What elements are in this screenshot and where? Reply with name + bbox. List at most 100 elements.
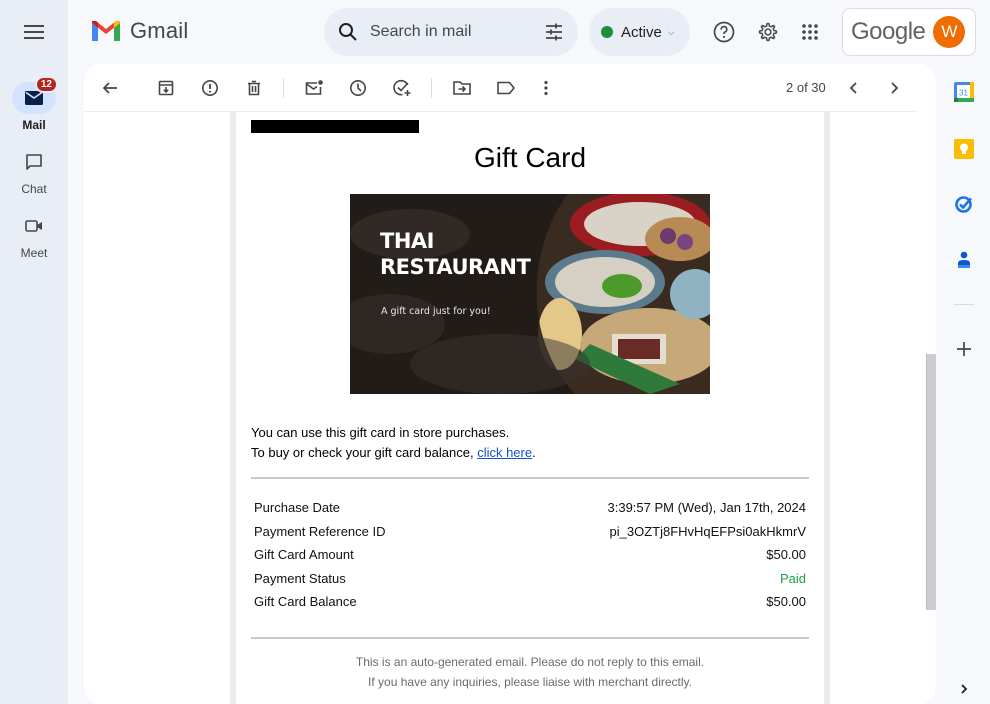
help-button[interactable] [712,20,736,44]
status-label: Active [621,23,662,41]
chevron-left-icon [849,82,857,94]
status-dropdown[interactable]: Active ⌵ [589,8,690,56]
usage-note: You can use this gift card in store purc… [251,425,510,440]
label-icon [497,81,515,95]
archive-icon [158,80,174,96]
more-options-button[interactable] [534,76,558,100]
app-name: Gmail [130,18,189,43]
hamburger-menu-icon[interactable] [22,22,46,42]
labels-button[interactable] [494,76,518,100]
add-task-icon [393,79,411,96]
delete-button[interactable] [242,76,266,100]
pagination-count: 2 of 30 [786,80,826,95]
archive-button[interactable] [154,76,178,100]
rail-label-mail: Mail [22,118,46,132]
move-to-folder-icon [453,81,471,95]
tasks-check-icon [955,196,972,213]
footer-note: If you have any inquiries, please liaise… [368,675,692,689]
chevron-down-icon: ⌵ [667,26,675,37]
gmail-logo[interactable]: Gmail [90,18,188,44]
gift-card-tagline: A gift card just for you! [381,306,491,317]
gmail-m-icon [92,21,120,41]
detail-value: $50.00 [766,594,806,609]
keep-lightbulb-icon [954,139,974,159]
rail-label-chat: Chat [21,182,47,196]
table-row: Gift Card Balance $50.00 [254,594,806,618]
tasks-app-button[interactable] [952,192,976,216]
plus-icon [957,342,971,356]
search-bar[interactable]: Search in mail [324,8,578,56]
detail-value: 3:39:57 PM (Wed), Jan 17th, 2024 [607,500,807,515]
rail-item-meet[interactable]: Meet [0,210,68,260]
settings-button[interactable] [756,20,780,44]
divider [251,637,809,639]
rail-item-mail[interactable]: 12 Mail [0,76,68,132]
payment-status-value: Paid [779,570,806,586]
scrollbar-thumb[interactable] [926,354,936,610]
gift-card-heading-line1: THAI [380,229,434,253]
calendar-app-button[interactable]: 31 [952,80,976,104]
navigation-rail: 12 Mail Chat Meet [0,0,68,704]
back-button[interactable] [98,76,122,100]
message-view: 2 of 30 Gift Card THAI RESTAURANT A gift… [84,64,936,704]
search-input[interactable]: Search in mail [370,23,544,41]
unread-count-badge: 12 [34,76,58,93]
gift-card-image: THAI RESTAURANT A gift card just for you… [350,194,710,394]
toolbar-divider [431,78,432,98]
food-photo [350,194,710,394]
older-message-button[interactable] [882,76,906,100]
gear-icon [758,22,778,42]
account-switcher[interactable]: Google W [842,8,976,56]
chevron-right-icon [961,684,968,694]
balance-note: To buy or check your gift card balance, … [251,445,536,460]
toolbar-divider [283,78,284,98]
purchase-details-table: Purchase Date 3:39:57 PM (Wed), Jan 17th,… [254,500,806,618]
contacts-app-button[interactable] [952,248,976,272]
keep-app-button[interactable] [952,137,976,161]
footer-note: This is an auto-generated email. Please … [355,655,705,669]
add-to-tasks-button[interactable] [390,76,414,100]
report-spam-icon [202,80,218,96]
video-camera-icon [25,220,42,232]
message-toolbar: 2 of 30 [84,64,918,112]
clock-icon [350,80,366,96]
detail-value: pi_3OZTj8FHvHqEFPsi0akHkmrV [609,523,807,539]
detail-label: Gift Card Amount [254,547,354,562]
table-row: Purchase Date 3:39:57 PM (Wed), Jan 17th,… [254,500,806,524]
report-spam-button[interactable] [198,76,222,100]
get-add-ons-button[interactable] [952,337,976,361]
chat-bubble-icon [26,154,42,170]
status-indicator-icon [601,26,613,38]
detail-value: $50.00 [766,547,806,562]
google-apps-button[interactable] [798,20,822,44]
search-icon[interactable] [338,22,358,42]
detail-label: Payment Reference ID [254,523,386,539]
arrow-back-icon [102,82,117,94]
move-to-button[interactable] [450,76,474,100]
contacts-person-icon [958,251,970,268]
email-body: Gift Card THAI RESTAURANT A gift card ju… [230,112,830,704]
detail-label: Gift Card Balance [254,594,357,609]
table-row: Payment Status Paid [254,571,806,595]
table-row: Gift Card Amount $50.00 [254,547,806,571]
avatar[interactable]: W [933,16,966,48]
mark-unread-button[interactable] [302,76,326,100]
snooze-button[interactable] [346,76,370,100]
mark-unread-icon [305,80,323,95]
calendar-icon: 31 [954,82,974,102]
more-vertical-icon [544,80,548,96]
newer-message-button[interactable] [842,76,866,100]
rail-item-chat[interactable]: Chat [0,146,68,196]
hide-side-panel-button[interactable] [952,677,976,701]
balance-note-period: . [532,445,536,460]
side-panel-divider [954,304,974,305]
help-icon [713,21,735,43]
mail-icon [25,91,43,105]
click-here-link[interactable]: click here [477,445,532,460]
balance-note-text: To buy or check your gift card balance, [251,445,478,460]
search-options-icon[interactable] [544,22,564,42]
detail-label: Payment Status [254,570,346,586]
trash-icon [248,80,260,96]
email-heading: Gift Card [473,142,587,173]
chevron-right-icon [891,82,899,94]
